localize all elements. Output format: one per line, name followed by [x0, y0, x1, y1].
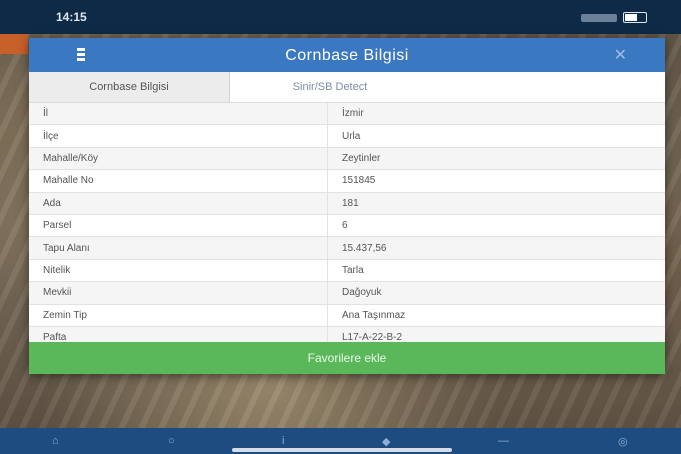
status-bar: 14:15 — [0, 0, 681, 34]
row-key: Parsel — [29, 214, 328, 238]
dialog-tabs: Cornbase Bilgisi Sinir/SB Detect — [29, 72, 665, 103]
row-key: Mevkii — [29, 281, 328, 305]
row-key: İlçe — [29, 124, 328, 148]
row-value: 181 — [327, 192, 665, 215]
row-key: Mahalle No — [29, 169, 328, 193]
map-layer-tab[interactable] — [0, 34, 28, 54]
row-value: 6 — [327, 214, 665, 238]
location-icon[interactable]: ◎ — [618, 435, 628, 448]
row-key: Tapu Alanı — [29, 236, 328, 260]
status-icons — [581, 12, 647, 23]
table-row: Parsel 6 — [29, 214, 665, 238]
table-row: İlçe Urla — [29, 124, 665, 148]
property-table: İl İzmir İlçe Urla Mahalle/Köy Zeytinler Ma… — [29, 103, 665, 350]
add-favorite-button[interactable]: Favorilere ekle — [29, 342, 665, 374]
signal-icon — [581, 13, 617, 22]
row-value: Zeytinler — [327, 147, 665, 171]
table-row: Mahalle/Köy Zeytinler — [29, 147, 665, 171]
table-row: Mevkii Dağoyuk — [29, 281, 665, 305]
dialog-header: Cornbase Bilgisi ✕ — [29, 38, 665, 72]
home-icon[interactable]: ⌂ — [52, 435, 59, 447]
row-value: İzmir — [327, 103, 665, 126]
search-icon[interactable]: ○ — [168, 435, 175, 447]
table-row: Nitelik Tarla — [29, 259, 665, 283]
table-row: Zemin Tip Ana Taşınmaz — [29, 304, 665, 327]
status-time: 14:15 — [56, 10, 87, 24]
row-value: Urla — [327, 124, 665, 148]
table-row: Tapu Alanı 15.437,56 — [29, 236, 665, 260]
info-icon[interactable]: i — [282, 435, 284, 447]
table-row: Mahalle No 151845 — [29, 169, 665, 193]
tab-info[interactable]: Cornbase Bilgisi — [29, 72, 230, 102]
row-key: Zemin Tip — [29, 304, 328, 327]
battery-icon — [623, 12, 647, 23]
close-icon[interactable]: ✕ — [614, 45, 627, 65]
table-row: Ada 181 — [29, 192, 665, 215]
row-value: Dağoyuk — [327, 281, 665, 305]
row-key: Nitelik — [29, 259, 328, 283]
row-value: Ana Taşınmaz — [327, 304, 665, 327]
dialog-title: Cornbase Bilgisi — [285, 47, 409, 64]
row-key: Mahalle/Köy — [29, 147, 328, 171]
row-value: Tarla — [327, 259, 665, 283]
row-key: Ada — [29, 192, 328, 215]
parcel-info-dialog: Cornbase Bilgisi ✕ Cornbase Bilgisi Sini… — [29, 38, 665, 374]
table-row: İl İzmir — [29, 103, 665, 126]
minus-icon[interactable]: — — [498, 435, 509, 447]
row-key: İl — [29, 103, 328, 126]
tab-border[interactable]: Sinir/SB Detect — [230, 72, 430, 102]
layers-icon[interactable]: ◆ — [382, 435, 390, 448]
row-value: 15.437,56 — [327, 236, 665, 260]
row-value: 151845 — [327, 169, 665, 193]
home-indicator[interactable] — [232, 448, 452, 452]
